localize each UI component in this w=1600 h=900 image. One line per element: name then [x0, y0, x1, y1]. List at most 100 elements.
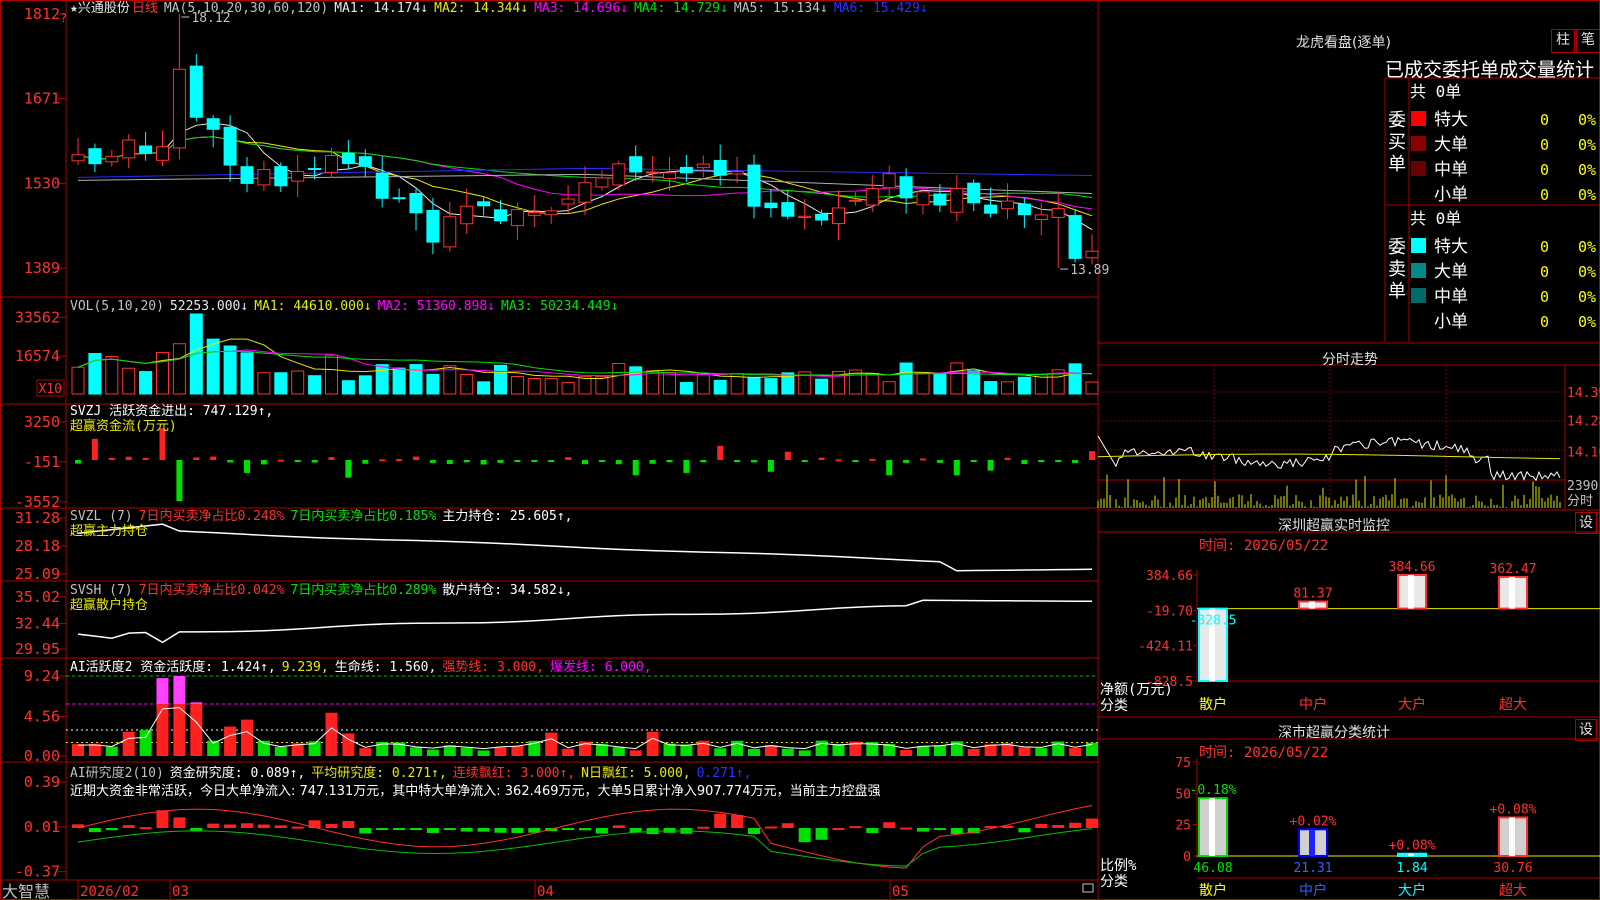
candle — [206, 118, 220, 130]
volume-bar — [561, 382, 575, 395]
ai-research-value: 资金研究度: 0.089↑, — [169, 766, 306, 781]
candle — [156, 146, 169, 161]
volume-bar — [815, 378, 829, 395]
candle — [916, 191, 930, 206]
candle — [629, 156, 643, 173]
activity-bar — [933, 745, 946, 756]
vol-value: MA3: 50234.449↓ — [501, 299, 619, 314]
vol-title: VOL(5,10,20) — [70, 299, 164, 314]
fund-flow-bar — [1089, 451, 1095, 460]
buy-order-row-label: 中单 — [1434, 160, 1468, 180]
lock-icon[interactable] — [1082, 883, 1094, 893]
research-bar — [241, 823, 253, 828]
stock-name[interactable]: ★兴通股份 — [70, 1, 130, 16]
volume-bar — [291, 370, 305, 395]
price-axis-label: 1530 — [24, 174, 60, 192]
ai-axis-label: 4.56 — [24, 708, 60, 726]
bar-mode-button[interactable]: 柱 — [1551, 29, 1575, 53]
fund-flow-bar — [615, 460, 622, 465]
volume-bar — [527, 377, 541, 395]
volume-bar — [510, 376, 524, 395]
classify-change-label: +0.02% — [1290, 814, 1337, 829]
research-bar — [1052, 824, 1065, 828]
fund-flow-bar — [1004, 457, 1011, 460]
ai-active-value: 生命线: 1.560, — [334, 660, 437, 675]
period-label[interactable]: 日线 — [132, 1, 158, 16]
sell-order-row-count: 0 — [1540, 238, 1549, 256]
volume-bar — [426, 373, 440, 395]
activity-bar — [900, 749, 913, 756]
svzl-axis-label: 25.09 — [15, 565, 60, 583]
volume-bar — [1017, 376, 1031, 395]
activity-burst-bar — [173, 676, 186, 705]
svzl-value: 7日内买卖净占比0.248% — [138, 509, 285, 524]
fund-flow-bar — [311, 460, 318, 463]
candle — [882, 173, 896, 189]
candle — [646, 171, 660, 174]
fund-flow-bar — [1038, 460, 1045, 462]
ai-research-value: 0.271↑, — [696, 766, 752, 781]
candle — [460, 205, 474, 225]
svzl-value: 主力持仓: 25.605↑, — [442, 509, 573, 524]
candle — [71, 154, 85, 162]
svzl-subtitle: 超赢主力持仓 — [70, 524, 149, 539]
activity-bar — [494, 747, 507, 756]
vol-value: MA2: 51360.898↓ — [377, 299, 496, 314]
buy-order-side-label: 买 — [1388, 132, 1406, 153]
fund-flow-bar — [734, 460, 741, 462]
fund-flow-bar — [987, 460, 994, 471]
pen-mode-button[interactable]: 笔 — [1576, 29, 1600, 53]
realtime-settings-button[interactable]: 设 — [1575, 512, 1597, 534]
volume-bar — [595, 375, 609, 395]
research-bar — [410, 828, 422, 830]
fund-flow-bar — [666, 460, 673, 463]
research-bar — [359, 828, 372, 834]
research-bar — [105, 828, 118, 831]
activity-bar — [545, 732, 558, 756]
fund-flow-bar — [784, 451, 791, 460]
research-bar — [494, 828, 507, 833]
volume-bar — [747, 376, 761, 395]
chart-canvas[interactable]: 1812167115301389? 18.1213.893356216574X10… — [0, 0, 1600, 900]
buy-order-side-label: 委 — [1388, 110, 1406, 131]
fund-flow-bar — [328, 457, 335, 460]
intraday-avg-line — [1097, 453, 1561, 460]
sell-order-row-count: 0 — [1540, 288, 1549, 306]
realtime-axis-label: 384.66 — [1146, 569, 1193, 584]
activity-bar — [781, 748, 794, 756]
intraday-vol-label: 2390 — [1567, 479, 1598, 494]
volume-bar — [696, 373, 710, 395]
classify-settings-button[interactable]: 设 — [1575, 719, 1597, 741]
research-bar — [866, 828, 879, 834]
fund-flow-bar — [362, 460, 369, 464]
research-bar — [426, 828, 439, 833]
research-bar — [88, 828, 101, 833]
candle — [375, 172, 389, 199]
activity-bar — [410, 747, 422, 756]
brand-label: 大智慧 — [2, 882, 50, 900]
activity-bar — [426, 749, 439, 756]
volume-bar — [612, 362, 626, 395]
fund-flow-bar — [548, 460, 555, 462]
candle — [189, 65, 203, 118]
candle — [477, 201, 491, 207]
fund-flow-bar — [717, 445, 724, 460]
activity-bar — [680, 744, 693, 756]
ai-active-header: AI活跃度2 资金活跃度: 1.424↑, 9.239, 生命线: 1.560, 强势… — [70, 660, 658, 675]
buy-order-row-count: 0 — [1540, 136, 1549, 154]
classify-y-title: 比例% — [1100, 858, 1137, 874]
fund-flow-bar — [869, 458, 876, 461]
classify-value-label: 1.84 — [1396, 861, 1427, 876]
research-bar — [697, 826, 710, 829]
classify-category: 超大 — [1499, 883, 1527, 899]
classify-category: 散户 — [1199, 882, 1227, 899]
intraday-unit-label: 分时 — [1567, 494, 1593, 509]
fund-flow-bar — [1055, 460, 1062, 462]
sell-order-row-pct: 0% — [1578, 238, 1596, 256]
volume-bar — [139, 371, 153, 395]
activity-bar — [1035, 748, 1048, 756]
fund-flow-bar — [446, 460, 453, 464]
sell-order-side-label: 委 — [1388, 237, 1406, 258]
volume-bar — [240, 352, 254, 395]
sell-order-swatch — [1411, 263, 1426, 278]
